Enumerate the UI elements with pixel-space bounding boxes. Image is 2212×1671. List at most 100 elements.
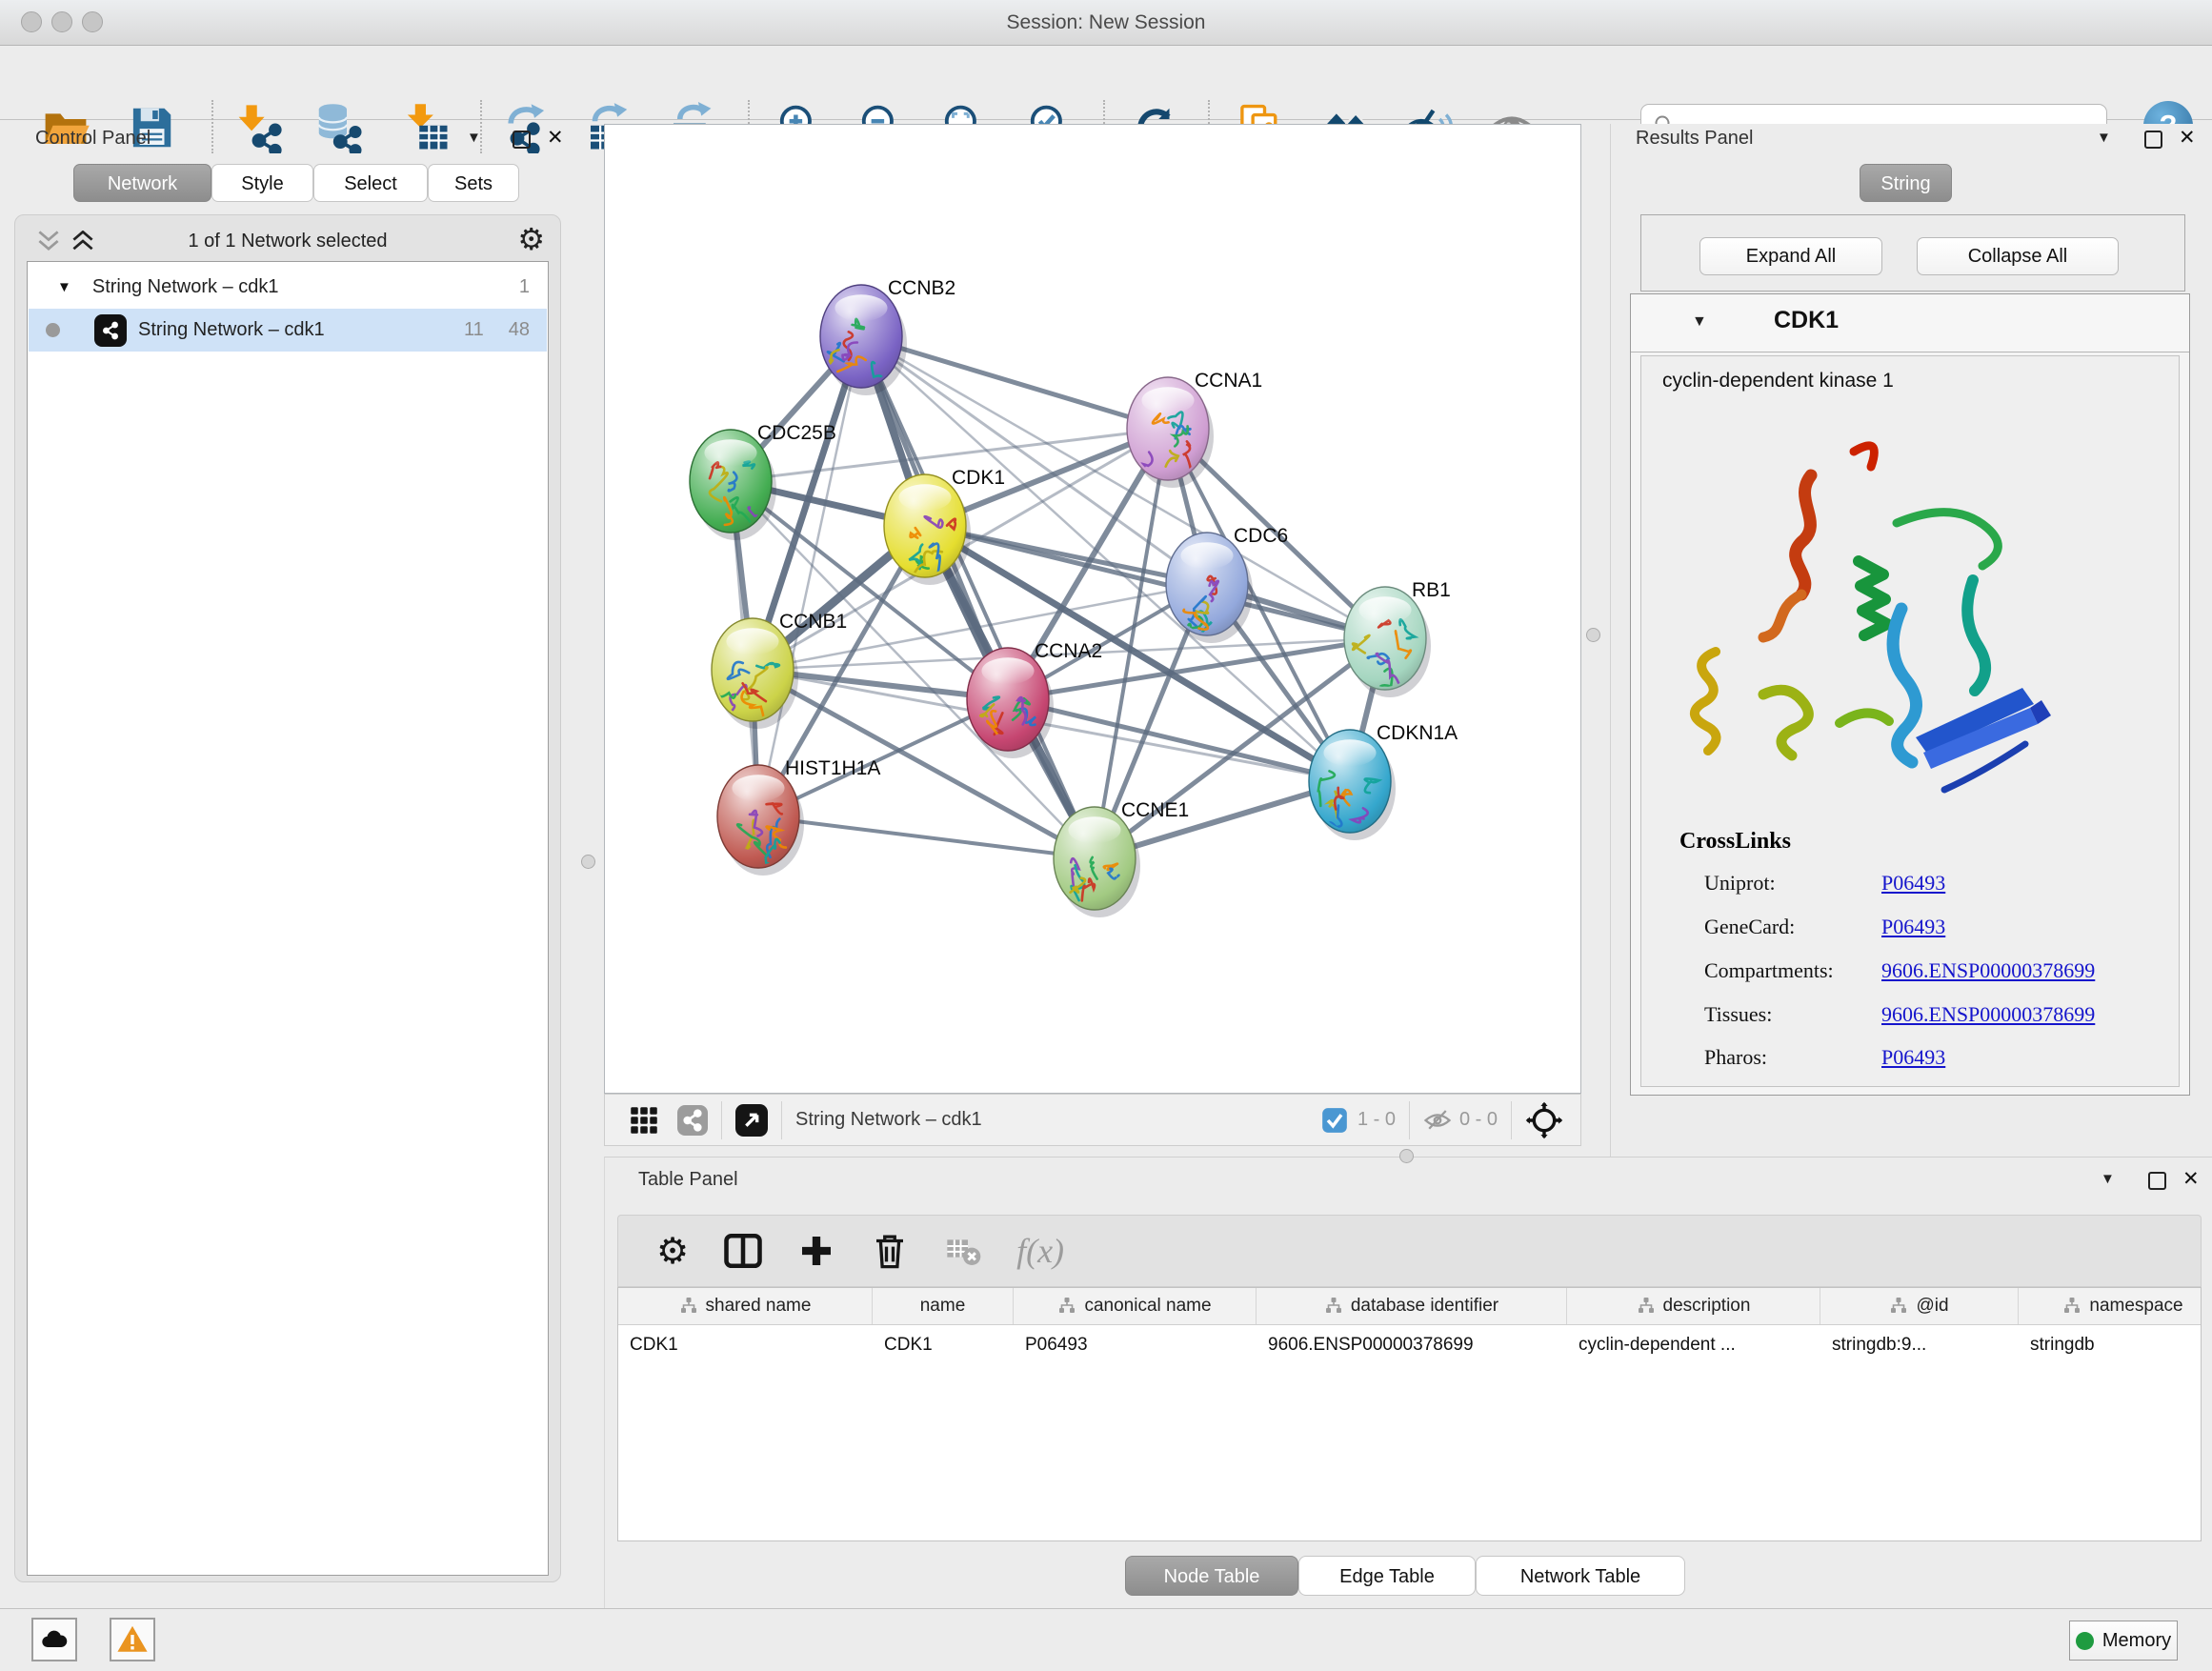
tab-sets[interactable]: Sets [428,164,519,202]
collapse-panel-icon[interactable]: ▼ [2097,130,2111,146]
node-label: CDK1 [952,467,1005,489]
table-cell[interactable]: CDK1 [618,1325,873,1365]
memory-label: Memory [2102,1630,2171,1652]
collapse-panel-icon[interactable]: ▼ [2101,1171,2115,1187]
tab-select[interactable]: Select [313,164,428,202]
network-view-title: String Network – cdk1 [795,1109,982,1131]
results-panel-title: Results Panel [1636,128,1753,150]
bottom-splitter-handle[interactable] [1399,1149,1414,1163]
node-label: CDC6 [1234,525,1288,547]
delete-column-icon[interactable] [870,1231,910,1271]
birdseye-toggle-icon[interactable] [1525,1101,1563,1139]
float-panel-icon[interactable] [2144,131,2162,149]
network-type-badge-icon [677,1105,708,1136]
hidden-eye-icon[interactable] [1423,1106,1452,1135]
current-network-dot-icon [46,323,60,337]
add-column-icon[interactable] [797,1232,835,1270]
results-panel: Results Panel ▼ ✕ String Expand All Coll… [1610,124,2212,1157]
network-options-gear-icon[interactable]: ⚙ [517,221,545,257]
node-label: CCNB1 [779,611,847,633]
cloud-icon [39,1624,70,1655]
network-list-container: 1 of 1 Network selected ⚙ ▼ String Netwo… [14,214,561,1582]
protein-card-header[interactable]: ▼ CDK1 [1631,294,2189,352]
float-panel-icon[interactable] [2148,1172,2166,1190]
network-canvas[interactable]: CCNB2CCNA1CDC25BCDK1CDC6RB1CCNB1CCNA2CDK… [604,124,1581,1094]
node-label: CDC25B [757,422,836,444]
network-graph[interactable]: CCNB2CCNA1CDC25BCDK1CDC6RB1CCNB1CCNA2CDK… [605,125,1580,1093]
memory-button[interactable]: Memory [2069,1621,2178,1661]
expand-collapse-box: Expand All Collapse All [1640,214,2185,292]
memory-status-dot-icon [2076,1632,2094,1650]
column-header--id[interactable]: @id [1820,1288,2019,1324]
table-cell[interactable]: stringdb [2019,1325,2202,1365]
detach-view-icon[interactable] [735,1104,768,1137]
main-toolbar: ? [0,46,2212,120]
tissues-link[interactable]: 9606.ENSP00000378699 [1881,1002,2095,1027]
toolbar-separator [1409,1101,1410,1139]
network-collection-row[interactable]: ▼ String Network – cdk1 1 [29,266,547,309]
column-header-name[interactable]: name [873,1288,1014,1324]
uniprot-link[interactable]: P06493 [1881,871,1945,896]
table-cell[interactable]: cyclin-dependent ... [1567,1325,1820,1365]
hidden-counts: 0 - 0 [1459,1109,1498,1131]
table-cell[interactable]: P06493 [1014,1325,1257,1365]
table-settings-gear-icon[interactable]: ⚙ [656,1230,689,1273]
column-header-canonical-name[interactable]: canonical name [1014,1288,1257,1324]
pharos-link[interactable]: P06493 [1881,1045,1945,1070]
tab-node-table[interactable]: Node Table [1125,1556,1298,1596]
close-panel-icon[interactable]: ✕ [2182,1167,2200,1191]
table-row[interactable]: CDK1CDK1P064939606.ENSP00000378699cyclin… [618,1325,2201,1365]
close-panel-icon[interactable]: ✕ [547,126,564,150]
collapse-panel-icon[interactable]: ▼ [467,130,481,146]
column-header-shared-name[interactable]: shared name [618,1288,873,1324]
compartments-link[interactable]: 9606.ENSP00000378699 [1881,958,2095,983]
grid-view-icon[interactable] [630,1106,658,1135]
close-panel-icon[interactable]: ✕ [2179,126,2196,150]
protein-result-card: ▼ CDK1 cyclin-dependent kinase 1 [1630,293,2190,1096]
network-row-selected[interactable]: String Network – cdk1 11 48 [29,309,547,352]
collection-count: 1 [519,276,530,298]
crosslink-label: Uniprot: [1704,871,1776,896]
table-cell[interactable]: CDK1 [873,1325,1014,1365]
window-title: Session: New Session [0,0,2212,45]
title-bar: Session: New Session [0,0,2212,46]
float-panel-icon[interactable] [513,131,531,149]
selected-counts: 1 - 0 [1357,1109,1396,1131]
expand-all-button[interactable]: Expand All [1699,237,1882,275]
cloud-status-button[interactable] [31,1618,77,1661]
warning-status-button[interactable] [110,1618,155,1661]
toolbar-separator [1511,1101,1512,1139]
protein-name: CDK1 [1774,307,1839,334]
network-selection-status: 1 of 1 Network selected [15,231,560,252]
tree-expand-icon[interactable]: ▼ [57,279,71,295]
column-header-database-identifier[interactable]: database identifier [1257,1288,1567,1324]
tab-string[interactable]: String [1860,164,1952,202]
edge-count: 48 [509,319,530,341]
tab-network-table[interactable]: Network Table [1476,1556,1685,1596]
table-cell[interactable]: 9606.ENSP00000378699 [1257,1325,1567,1365]
delete-table-icon [944,1232,982,1270]
network-view-toolbar: String Network – cdk1 1 - 0 0 - 0 [604,1094,1581,1146]
column-header-namespace[interactable]: namespace [2019,1288,2202,1324]
node-count: 11 [464,319,484,341]
collapse-all-button[interactable]: Collapse All [1917,237,2119,275]
tab-style[interactable]: Style [211,164,313,202]
toolbar-separator [721,1101,722,1139]
cytoscape-window: Session: New Session [0,0,2212,1671]
node-label: CCNA1 [1195,370,1262,392]
selected-checkbox-icon[interactable] [1321,1107,1348,1134]
left-splitter-handle[interactable] [581,855,595,869]
crosslink-label: GeneCard: [1704,915,1795,939]
genecard-link[interactable]: P06493 [1881,915,1945,939]
table-cell[interactable]: stringdb:9... [1820,1325,2019,1365]
show-columns-icon[interactable] [723,1231,763,1271]
warning-icon [116,1623,149,1656]
node-label: RB1 [1412,579,1451,601]
right-splitter-handle[interactable] [1586,628,1600,642]
node-table: shared namenamecanonical namedatabase id… [617,1287,2202,1541]
crosslink-label: Pharos: [1704,1045,1767,1070]
tab-network[interactable]: Network [73,164,211,202]
collapse-section-icon[interactable]: ▼ [1692,313,1707,331]
tab-edge-table[interactable]: Edge Table [1298,1556,1476,1596]
column-header-description[interactable]: description [1567,1288,1820,1324]
